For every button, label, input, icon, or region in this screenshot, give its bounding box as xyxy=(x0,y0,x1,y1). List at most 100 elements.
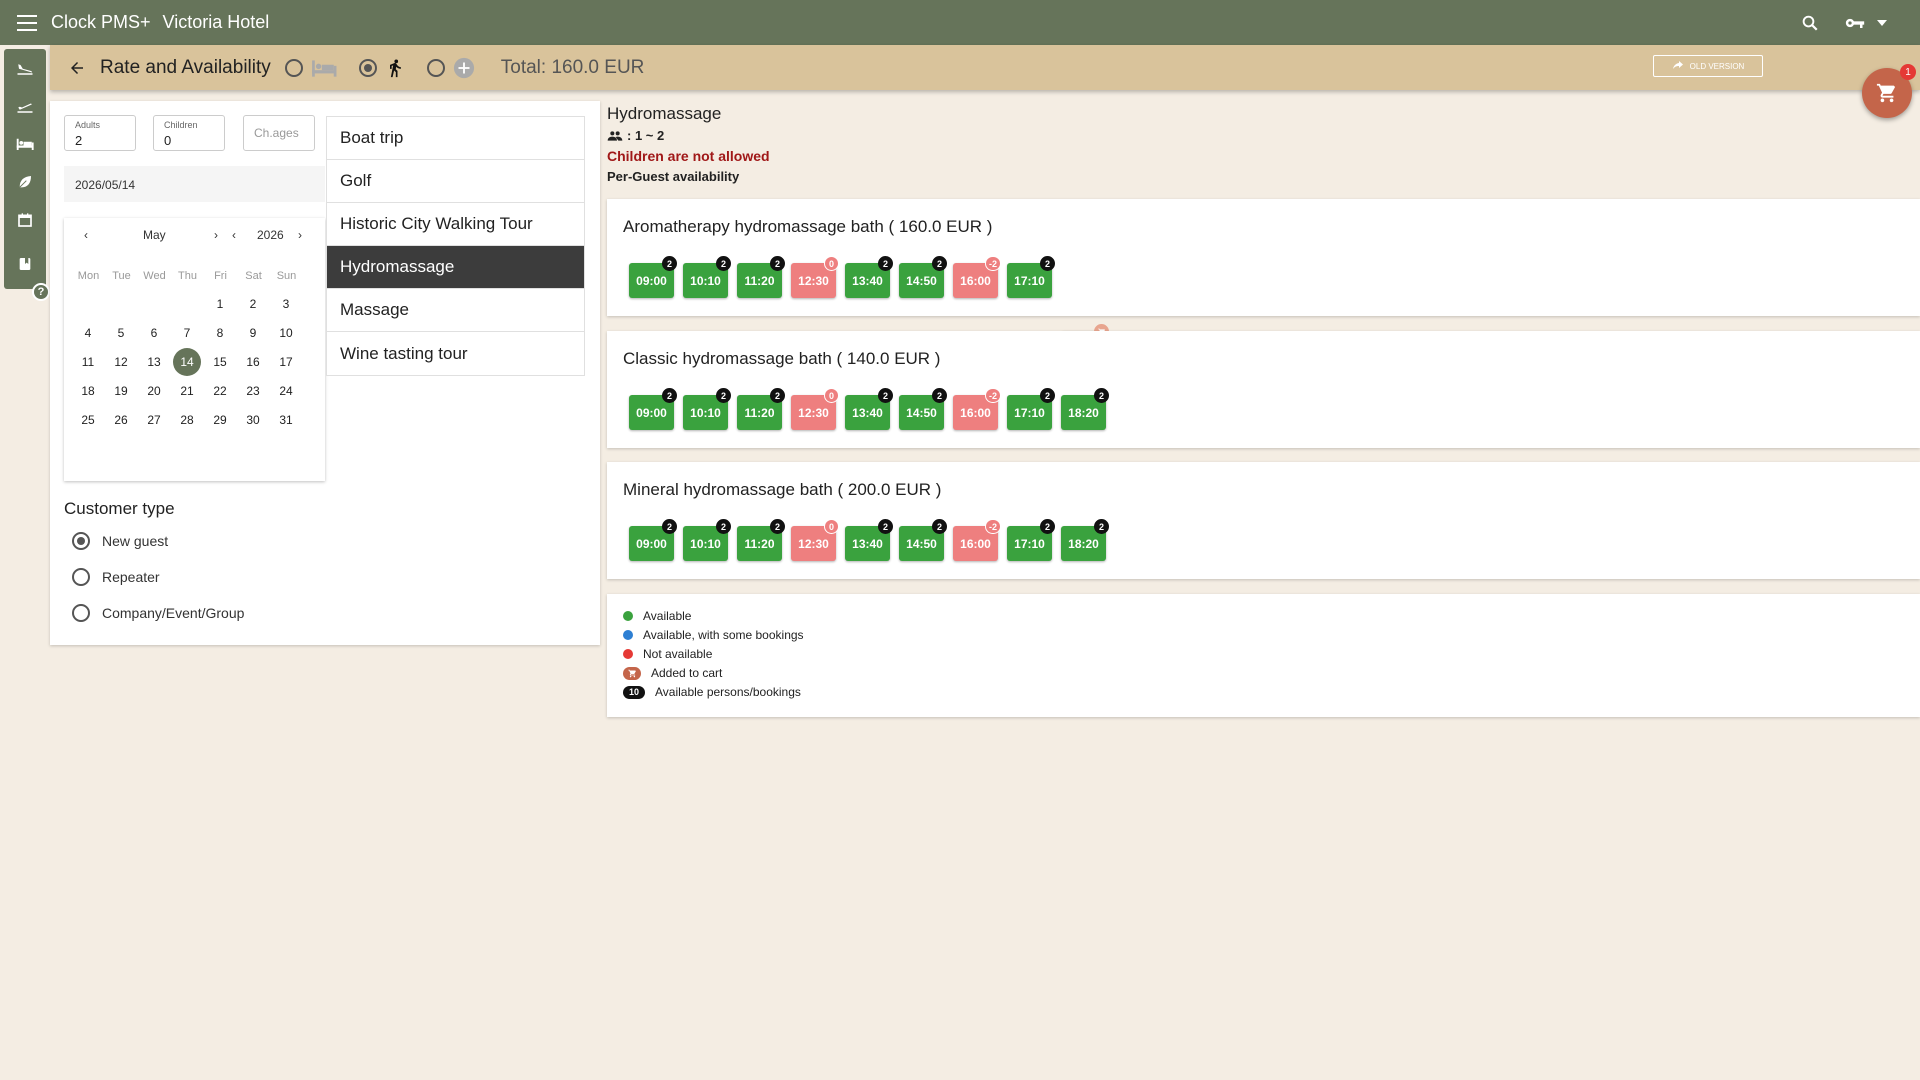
activity-massage[interactable]: Massage xyxy=(327,289,584,332)
time-slot-available[interactable]: 14:50 2 xyxy=(899,519,947,561)
time-slot-available[interactable]: 13:40 2 xyxy=(845,256,893,298)
calendar-day[interactable]: 27 xyxy=(140,406,168,434)
time-slot-available[interactable]: 09:00 2 xyxy=(629,519,677,561)
time-slot-not-available[interactable]: 16:00 -2 xyxy=(953,519,1001,561)
time-slot-not-available[interactable]: 12:30 0 xyxy=(791,519,839,561)
calendar-day[interactable]: 9 xyxy=(239,319,267,347)
time-slot-available[interactable]: 17:10 2 xyxy=(1007,519,1055,561)
calendar-day[interactable]: 11 xyxy=(74,348,102,376)
activity-wine-tasting-tour[interactable]: Wine tasting tour xyxy=(327,332,584,375)
back-arrow-icon[interactable] xyxy=(68,59,86,77)
activity-boat-trip[interactable]: Boat trip xyxy=(327,117,584,160)
time-slot-label: 11:20 xyxy=(744,273,775,288)
calendar-day[interactable]: 26 xyxy=(107,406,135,434)
time-slot-available[interactable]: 13:40 2 xyxy=(845,388,893,430)
radio-company[interactable] xyxy=(72,604,90,622)
calendar-day[interactable]: 18 xyxy=(74,377,102,405)
extras-mode-radio[interactable] xyxy=(426,58,445,77)
activity-historic-city-walking-tour[interactable]: Historic City Walking Tour xyxy=(327,203,584,246)
children-label: Children xyxy=(164,120,198,130)
flight-takeoff-icon[interactable] xyxy=(4,87,46,125)
adults-field[interactable]: Adults 2 xyxy=(64,115,136,151)
activity-hydromassage[interactable]: Hydromassage xyxy=(327,246,584,289)
calendar-month[interactable]: May xyxy=(143,228,166,242)
calendar-day[interactable]: 23 xyxy=(239,377,267,405)
next-year-icon[interactable]: › xyxy=(298,228,302,242)
old-version-button[interactable]: OLD VERSION xyxy=(1653,55,1763,77)
calendar-day[interactable]: 1 xyxy=(206,290,234,318)
availability-count-badge: 2 xyxy=(716,256,731,271)
calendar-day[interactable]: 6 xyxy=(140,319,168,347)
time-slot-available[interactable]: 10:10 2 xyxy=(683,256,731,298)
calendar-day[interactable]: 2 xyxy=(239,290,267,318)
search-icon[interactable] xyxy=(1801,14,1819,32)
customer-type-company[interactable]: Company/Event/Group xyxy=(72,604,244,622)
time-slot-available[interactable]: 10:10 2 xyxy=(683,388,731,430)
calendar-day[interactable]: 7 xyxy=(173,319,201,347)
calendar-day[interactable]: 24 xyxy=(272,377,300,405)
cart-button[interactable]: 1 xyxy=(1862,64,1916,118)
customer-type-repeater[interactable]: Repeater xyxy=(72,568,160,586)
next-month-icon[interactable]: › xyxy=(214,228,218,242)
calendar-day[interactable]: 17 xyxy=(272,348,300,376)
calendar-day[interactable]: 20 xyxy=(140,377,168,405)
calendar-day[interactable]: 19 xyxy=(107,377,135,405)
date-field[interactable]: 2026/05/14 xyxy=(64,166,325,202)
prev-year-icon[interactable]: ‹ xyxy=(232,228,236,242)
calendar-day[interactable]: 16 xyxy=(239,348,267,376)
time-slot-available[interactable]: 17:10 2 xyxy=(1007,256,1055,298)
time-slot-not-available[interactable]: 16:00 -2 xyxy=(953,256,1001,298)
flight-land-icon[interactable] xyxy=(4,49,46,87)
calendar-day[interactable]: 3 xyxy=(272,290,300,318)
calendar-day[interactable]: 25 xyxy=(74,406,102,434)
time-slot-available[interactable]: 14:50 2 xyxy=(899,256,947,298)
calendar-day[interactable]: 8 xyxy=(206,319,234,347)
calendar-year[interactable]: 2026 xyxy=(257,228,284,242)
customer-type-new-guest[interactable]: New guest xyxy=(72,532,168,550)
activity-golf[interactable]: Golf xyxy=(327,160,584,203)
calendar-day[interactable]: 30 xyxy=(239,406,267,434)
time-slot-available[interactable]: 17:10 2 xyxy=(1007,388,1055,430)
time-slot-available[interactable]: 18:20 2 xyxy=(1061,519,1109,561)
calendar-day[interactable]: 5 xyxy=(107,319,135,347)
prev-month-icon[interactable]: ‹ xyxy=(84,228,88,242)
book-icon[interactable] xyxy=(4,245,46,283)
time-slot-available[interactable]: 11:20 2 xyxy=(737,388,785,430)
time-slot-available[interactable]: 10:10 2 xyxy=(683,519,731,561)
activity-mode-radio[interactable] xyxy=(358,58,377,77)
calendar-icon[interactable] xyxy=(4,201,46,239)
leaf-icon[interactable] xyxy=(4,163,46,201)
time-slot-available[interactable]: 09:00 2 xyxy=(629,388,677,430)
time-slot-not-available[interactable]: 16:00 -2 xyxy=(953,388,1001,430)
calendar-day[interactable]: 21 xyxy=(173,377,201,405)
calendar-day[interactable]: 13 xyxy=(140,348,168,376)
calendar-day[interactable]: 31 xyxy=(272,406,300,434)
calendar-day[interactable]: 10 xyxy=(272,319,300,347)
children-field[interactable]: Children 0 xyxy=(153,115,225,151)
time-slot-available[interactable]: 18:20 2 xyxy=(1061,388,1109,430)
time-slot-available[interactable]: 11:20 2 xyxy=(737,519,785,561)
time-slot-available[interactable]: 13:40 2 xyxy=(845,519,893,561)
menu-icon[interactable] xyxy=(17,14,37,31)
hotel-icon[interactable] xyxy=(4,125,46,163)
key-icon[interactable] xyxy=(1845,16,1865,30)
calendar-day[interactable]: 29 xyxy=(206,406,234,434)
calendar-day[interactable]: 4 xyxy=(74,319,102,347)
children-ages-field[interactable]: Ch.ages xyxy=(243,115,315,151)
calendar-day[interactable]: 15 xyxy=(206,348,234,376)
calendar-day[interactable]: 14 xyxy=(173,348,201,376)
time-slot-available[interactable]: 09:00 2 xyxy=(629,256,677,298)
radio-repeater[interactable] xyxy=(72,568,90,586)
time-slot-not-available[interactable]: 12:30 0 xyxy=(791,256,839,298)
account-dropdown-icon[interactable] xyxy=(1877,19,1887,26)
room-mode-radio[interactable] xyxy=(284,58,303,77)
time-slot-available[interactable]: 14:50 2 xyxy=(899,388,947,430)
calendar-day[interactable]: 12 xyxy=(107,348,135,376)
calendar-day[interactable]: 28 xyxy=(173,406,201,434)
time-slot-label: 13:40 xyxy=(852,536,883,551)
radio-new-guest[interactable] xyxy=(72,532,90,550)
time-slot-available[interactable]: 11:20 2 xyxy=(737,256,785,298)
help-icon[interactable]: ? xyxy=(32,283,50,301)
time-slot-not-available[interactable]: 12:30 0 xyxy=(791,388,839,430)
calendar-day[interactable]: 22 xyxy=(206,377,234,405)
